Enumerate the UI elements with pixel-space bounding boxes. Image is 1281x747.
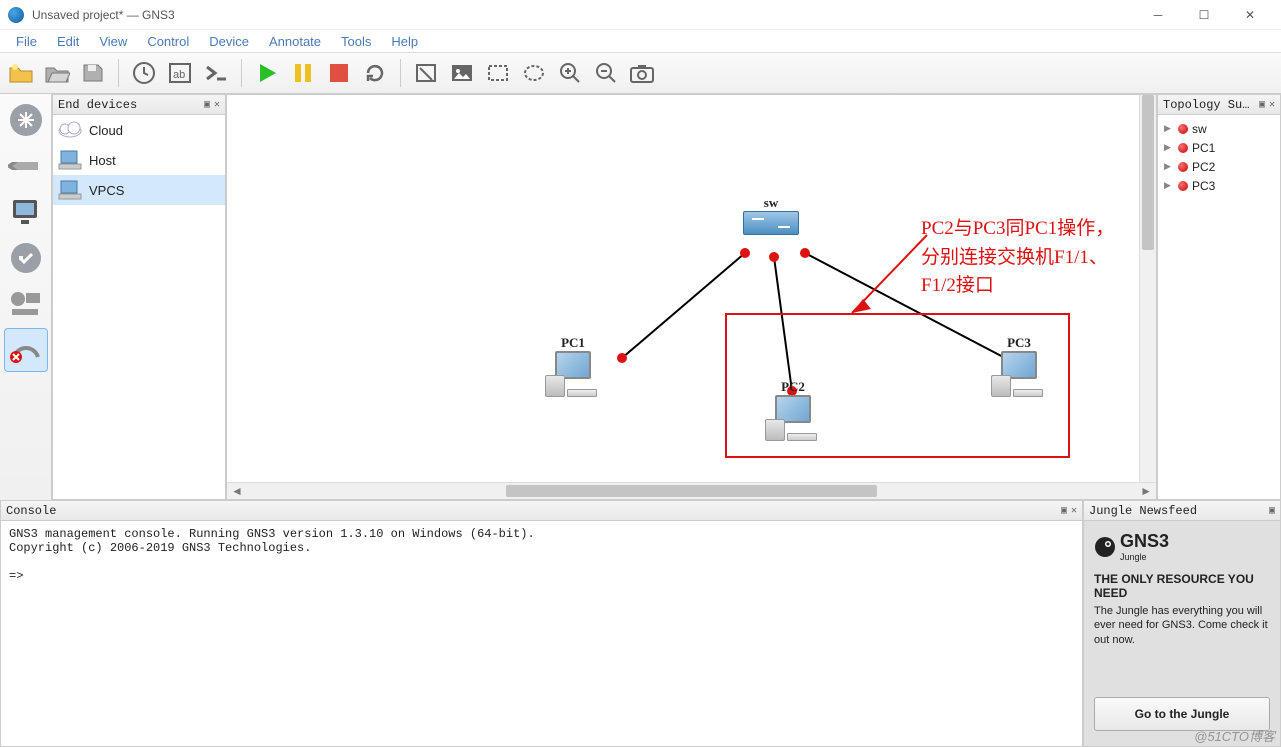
panel-close-icon[interactable]: ✕ bbox=[1269, 99, 1275, 111]
all-devices-category-button[interactable] bbox=[4, 282, 48, 326]
newsfeed-panel-title: Jungle Newsfeed bbox=[1089, 504, 1197, 518]
menu-help[interactable]: Help bbox=[381, 32, 428, 51]
newsfeed-headline: THE ONLY RESOURCE YOU NEED bbox=[1094, 572, 1270, 600]
newsfeed-panel-header[interactable]: Jungle Newsfeed ▣ bbox=[1084, 501, 1280, 521]
console-all-button[interactable] bbox=[201, 58, 231, 88]
open-project-button[interactable] bbox=[42, 58, 72, 88]
console-output[interactable]: GNS3 management console. Running GNS3 ve… bbox=[1, 521, 1082, 746]
device-item-vpcs[interactable]: VPCS bbox=[53, 175, 225, 205]
host-icon bbox=[57, 149, 83, 171]
window-title: Unsaved project* — GNS3 bbox=[32, 8, 175, 22]
snapshot-button[interactable] bbox=[129, 58, 159, 88]
new-project-button[interactable] bbox=[6, 58, 36, 88]
svg-text:ab: ab bbox=[173, 69, 185, 81]
topology-node-sw[interactable]: ▶sw bbox=[1164, 119, 1274, 138]
menu-view[interactable]: View bbox=[89, 32, 137, 51]
status-dot-icon bbox=[1178, 143, 1188, 153]
pc-icon bbox=[545, 351, 601, 397]
annotate-ellipse-button[interactable] bbox=[519, 58, 549, 88]
chameleon-icon bbox=[1094, 536, 1116, 558]
routers-category-button[interactable] bbox=[4, 98, 48, 142]
topology-summary-title: Topology Su… bbox=[1163, 98, 1249, 112]
menu-device[interactable]: Device bbox=[199, 32, 259, 51]
cloud-icon bbox=[57, 119, 83, 141]
topology-canvas[interactable]: sw PC1 PC2 PC3 bbox=[227, 95, 1139, 482]
titlebar: Unsaved project* — GNS3 ─ ☐ ✕ bbox=[0, 0, 1281, 30]
pause-all-button[interactable] bbox=[288, 58, 318, 88]
device-category-toolbar bbox=[0, 94, 52, 500]
reload-all-button[interactable] bbox=[360, 58, 390, 88]
panel-float-icon[interactable]: ▣ bbox=[1259, 99, 1265, 111]
minimize-button[interactable]: ─ bbox=[1135, 0, 1181, 30]
watermark: @51CTO博客 bbox=[1194, 726, 1275, 745]
start-all-button[interactable] bbox=[252, 58, 282, 88]
canvas-vertical-scrollbar[interactable] bbox=[1139, 95, 1156, 482]
end-devices-category-button[interactable] bbox=[4, 190, 48, 234]
panel-close-icon[interactable]: ✕ bbox=[1071, 505, 1077, 517]
app-icon bbox=[8, 7, 24, 23]
node-sw-label: sw bbox=[743, 195, 799, 211]
status-dot-icon bbox=[1178, 162, 1188, 172]
topology-summary-panel: Topology Su… ▣ ✕ ▶sw ▶PC1 ▶PC2 ▶PC3 bbox=[1157, 94, 1281, 500]
annotate-note-button[interactable] bbox=[411, 58, 441, 88]
menu-edit[interactable]: Edit bbox=[47, 32, 89, 51]
add-link-button[interactable] bbox=[4, 328, 48, 372]
console-panel-title: Console bbox=[6, 504, 56, 518]
show-interface-labels-button[interactable]: ab bbox=[165, 58, 195, 88]
security-devices-category-button[interactable] bbox=[4, 236, 48, 280]
topology-node-pc2[interactable]: ▶PC2 bbox=[1164, 157, 1274, 176]
console-panel-header[interactable]: Console ▣ ✕ bbox=[1, 501, 1082, 521]
close-button[interactable]: ✕ bbox=[1227, 0, 1273, 30]
panel-float-icon[interactable]: ▣ bbox=[1061, 505, 1067, 517]
annotate-image-button[interactable] bbox=[447, 58, 477, 88]
zoom-in-button[interactable] bbox=[555, 58, 585, 88]
menu-control[interactable]: Control bbox=[137, 32, 199, 51]
screenshot-button[interactable] bbox=[627, 58, 657, 88]
canvas-horizontal-scrollbar[interactable]: ◄ ► bbox=[227, 482, 1156, 499]
panel-close-icon[interactable]: ✕ bbox=[214, 99, 220, 111]
switches-category-button[interactable] bbox=[4, 144, 48, 188]
menu-annotate[interactable]: Annotate bbox=[259, 32, 331, 51]
status-dot-icon bbox=[1178, 181, 1188, 191]
device-item-host[interactable]: Host bbox=[53, 145, 225, 175]
menu-tools[interactable]: Tools bbox=[331, 32, 381, 51]
stop-all-button[interactable] bbox=[324, 58, 354, 88]
device-item-cloud[interactable]: Cloud bbox=[53, 115, 225, 145]
menubar: File Edit View Control Device Annotate T… bbox=[0, 30, 1281, 52]
panel-float-icon[interactable]: ▣ bbox=[1269, 505, 1275, 517]
panel-float-icon[interactable]: ▣ bbox=[204, 99, 210, 111]
end-devices-panel-title: End devices bbox=[58, 98, 137, 112]
console-panel: Console ▣ ✕ GNS3 management console. Runn… bbox=[0, 500, 1083, 747]
newsfeed-panel: Jungle Newsfeed ▣ GNS3Jungle THE ONLY RE… bbox=[1083, 500, 1281, 747]
switch-icon bbox=[743, 211, 799, 235]
status-dot-icon bbox=[1178, 124, 1188, 134]
topology-summary-header[interactable]: Topology Su… ▣ ✕ bbox=[1158, 95, 1280, 115]
annotation-text: PC2与PC3同PC1操作， 分别连接交换机F1/1、 F1/2接口 bbox=[921, 215, 1114, 301]
save-project-button[interactable] bbox=[78, 58, 108, 88]
node-sw[interactable]: sw bbox=[743, 195, 799, 235]
annotate-rect-button[interactable] bbox=[483, 58, 513, 88]
vpcs-icon bbox=[57, 179, 83, 201]
node-pc1-label: PC1 bbox=[545, 335, 601, 351]
newsfeed-body: The Jungle has everything you will ever … bbox=[1094, 604, 1270, 647]
node-pc1[interactable]: PC1 bbox=[545, 335, 601, 397]
newsfeed-logo: GNS3Jungle bbox=[1094, 531, 1270, 562]
zoom-out-button[interactable] bbox=[591, 58, 621, 88]
workspace: sw PC1 PC2 PC3 bbox=[226, 94, 1157, 500]
end-devices-panel: End devices ▣ ✕ Cloud Host VPCS bbox=[52, 94, 226, 500]
topology-node-pc1[interactable]: ▶PC1 bbox=[1164, 138, 1274, 157]
annotation-box bbox=[725, 313, 1070, 458]
end-devices-panel-header[interactable]: End devices ▣ ✕ bbox=[53, 95, 225, 115]
menu-file[interactable]: File bbox=[6, 32, 47, 51]
topology-node-pc3[interactable]: ▶PC3 bbox=[1164, 176, 1274, 195]
maximize-button[interactable]: ☐ bbox=[1181, 0, 1227, 30]
toolbar: ab bbox=[0, 52, 1281, 94]
